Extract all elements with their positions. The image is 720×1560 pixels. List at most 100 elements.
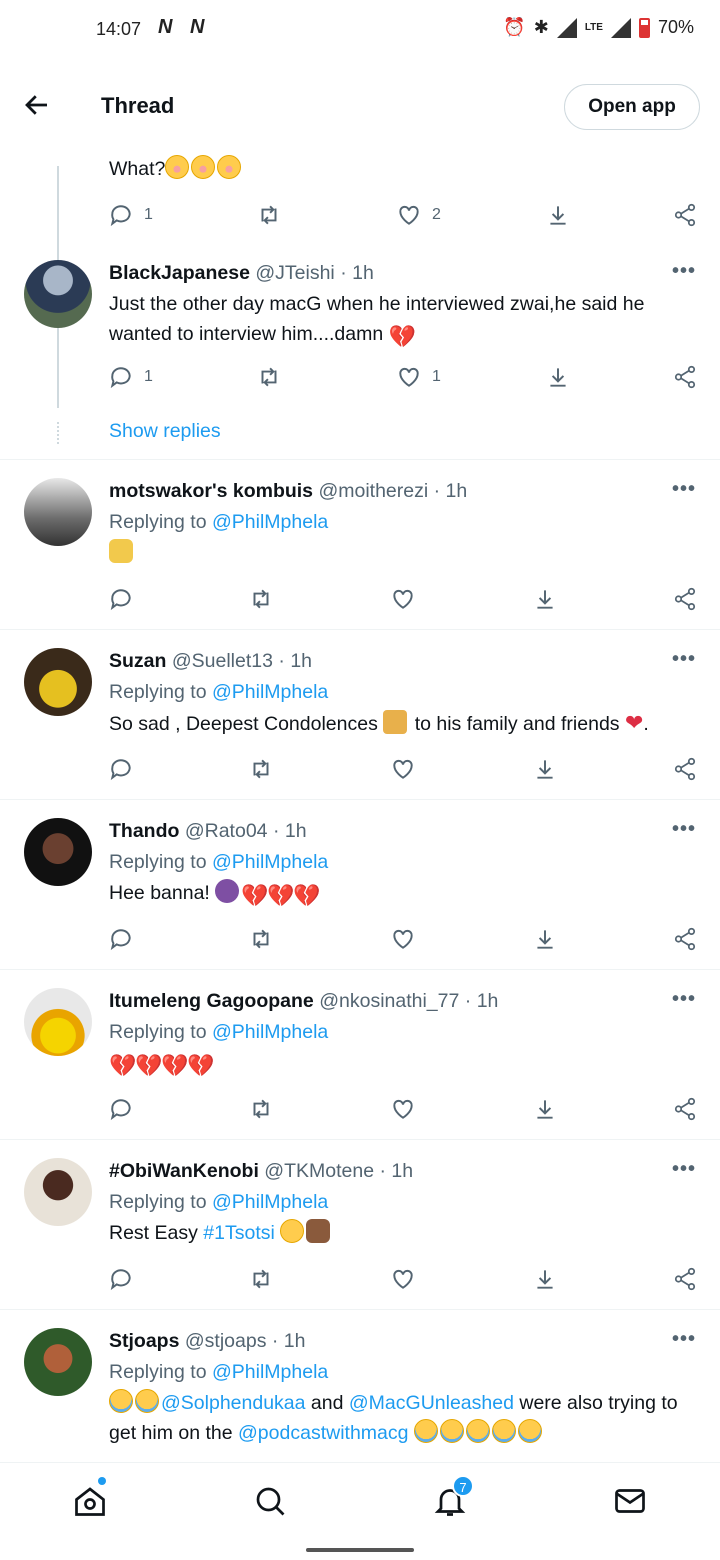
display-name[interactable]: Stjoaps: [109, 1330, 179, 1352]
avatar[interactable]: [24, 648, 92, 716]
avatar[interactable]: [24, 260, 92, 328]
more-options-icon[interactable]: •••: [672, 260, 696, 283]
more-options-icon[interactable]: •••: [672, 648, 696, 671]
more-options-icon[interactable]: •••: [672, 1158, 696, 1181]
nav-home[interactable]: [72, 1483, 112, 1523]
open-app-button[interactable]: Open app: [564, 84, 700, 130]
mention-link[interactable]: @podcastwithmacg: [238, 1422, 408, 1444]
mention-link[interactable]: @PhilMphela: [212, 681, 328, 703]
display-name[interactable]: Thando: [109, 820, 179, 842]
reply-button[interactable]: 1: [108, 364, 153, 390]
retweet-button[interactable]: [248, 586, 274, 612]
display-name[interactable]: Suzan: [109, 650, 166, 672]
share-button[interactable]: [672, 1266, 698, 1292]
reply-icon: [110, 205, 131, 227]
retweet-button[interactable]: [256, 202, 282, 228]
handle[interactable]: @JTeishi: [255, 262, 334, 284]
handle[interactable]: @moitherezi: [318, 480, 428, 502]
handle[interactable]: @stjoaps: [185, 1330, 267, 1352]
mention-link[interactable]: @PhilMphela: [212, 511, 328, 533]
retweet-button[interactable]: [248, 1266, 274, 1292]
tweet[interactable]: Stjoaps @stjoaps · 1h ••• Replying to @P…: [0, 1310, 720, 1462]
bookmark-button[interactable]: [545, 202, 571, 228]
retweet-button[interactable]: [248, 756, 274, 782]
mention-link[interactable]: @MacGUnleashed: [349, 1392, 514, 1414]
show-replies-link[interactable]: Show replies: [109, 420, 221, 443]
reply-button[interactable]: 1: [108, 202, 153, 228]
more-options-icon[interactable]: •••: [672, 478, 696, 501]
tweet[interactable]: #ObiWanKenobi @TKMotene · 1h ••• Replyin…: [0, 1140, 720, 1310]
more-options-icon[interactable]: •••: [672, 1328, 696, 1351]
signal-icon: [556, 17, 577, 38]
tweet[interactable]: motswakor's kombuis @moitherezi · 1h •••…: [0, 460, 720, 630]
like-button[interactable]: [390, 926, 416, 952]
mention-link[interactable]: @PhilMphela: [212, 1191, 328, 1213]
retweet-button[interactable]: [248, 1096, 274, 1122]
mention-link[interactable]: @PhilMphela: [212, 1361, 328, 1383]
timestamp[interactable]: 1h: [477, 990, 499, 1012]
bookmark-button[interactable]: [545, 364, 571, 390]
avatar[interactable]: [24, 1328, 92, 1396]
reply-button[interactable]: [108, 586, 134, 612]
tweet[interactable]: Itumeleng Gagoopane @nkosinathi_77 · 1h …: [0, 970, 720, 1140]
reply-button[interactable]: [108, 756, 134, 782]
retweet-button[interactable]: [248, 926, 274, 952]
back-arrow-icon[interactable]: [22, 90, 52, 120]
display-name[interactable]: BlackJapanese: [109, 262, 250, 284]
like-button[interactable]: [390, 586, 416, 612]
tweet[interactable]: BlackJapanese @JTeishi · 1h ••• Just the…: [0, 246, 720, 460]
like-button[interactable]: 1: [396, 364, 441, 390]
like-button[interactable]: [390, 1096, 416, 1122]
reply-button[interactable]: [108, 926, 134, 952]
hashtag-link[interactable]: #1Tsotsi: [203, 1222, 275, 1244]
nav-messages[interactable]: [612, 1483, 652, 1523]
timestamp[interactable]: 1h: [290, 650, 312, 672]
mention-link[interactable]: @PhilMphela: [212, 1021, 328, 1043]
tweet[interactable]: Suzan @Suellet13 · 1h ••• Replying to @P…: [0, 630, 720, 800]
share-button[interactable]: [672, 756, 698, 782]
bookmark-button[interactable]: [532, 586, 558, 612]
display-name[interactable]: #ObiWanKenobi: [109, 1160, 259, 1182]
avatar[interactable]: [24, 1158, 92, 1226]
display-name[interactable]: Itumeleng Gagoopane: [109, 990, 314, 1012]
like-button[interactable]: [390, 1266, 416, 1292]
handle[interactable]: @TKMotene: [264, 1160, 374, 1182]
share-button[interactable]: [672, 586, 698, 612]
avatar[interactable]: [24, 988, 92, 1056]
bookmark-button[interactable]: [532, 1266, 558, 1292]
tweet[interactable]: Thando @Rato04 · 1h ••• Replying to @Phi…: [0, 800, 720, 970]
reply-button[interactable]: [108, 1266, 134, 1292]
like-button[interactable]: [390, 756, 416, 782]
timestamp[interactable]: 1h: [284, 1330, 306, 1352]
avatar[interactable]: [24, 478, 92, 546]
share-button[interactable]: [672, 364, 698, 390]
avatar[interactable]: [24, 818, 92, 886]
crying-face-emoji: [465, 1419, 490, 1443]
mention-link[interactable]: @PhilMphela: [212, 851, 328, 873]
bookmark-button[interactable]: [532, 756, 558, 782]
tweet-header: BlackJapanese @JTeishi · 1h: [109, 262, 374, 284]
handle[interactable]: @Rato04: [185, 820, 268, 842]
timestamp[interactable]: 1h: [391, 1160, 413, 1182]
bookmark-button[interactable]: [532, 926, 558, 952]
more-options-icon[interactable]: •••: [672, 988, 696, 1011]
display-name[interactable]: motswakor's kombuis: [109, 480, 313, 502]
share-button[interactable]: [672, 926, 698, 952]
heart-icon: [393, 589, 413, 609]
nav-search[interactable]: [252, 1483, 292, 1523]
timestamp[interactable]: 1h: [285, 820, 307, 842]
share-button[interactable]: [672, 1096, 698, 1122]
reply-button[interactable]: [108, 1096, 134, 1122]
bookmark-button[interactable]: [532, 1096, 558, 1122]
mention-link[interactable]: @Solphendukaa: [161, 1392, 306, 1414]
share-button[interactable]: [672, 202, 698, 228]
more-options-icon[interactable]: •••: [672, 818, 696, 841]
retweet-button[interactable]: [256, 364, 282, 390]
timestamp[interactable]: 1h: [352, 262, 374, 284]
tweet-partial[interactable]: What? 1 2: [0, 146, 720, 376]
like-button[interactable]: 2: [396, 202, 441, 228]
crying-face-emoji: [517, 1419, 542, 1443]
timestamp[interactable]: 1h: [446, 480, 468, 502]
handle[interactable]: @Suellet13: [172, 650, 273, 672]
handle[interactable]: @nkosinathi_77: [319, 990, 459, 1012]
